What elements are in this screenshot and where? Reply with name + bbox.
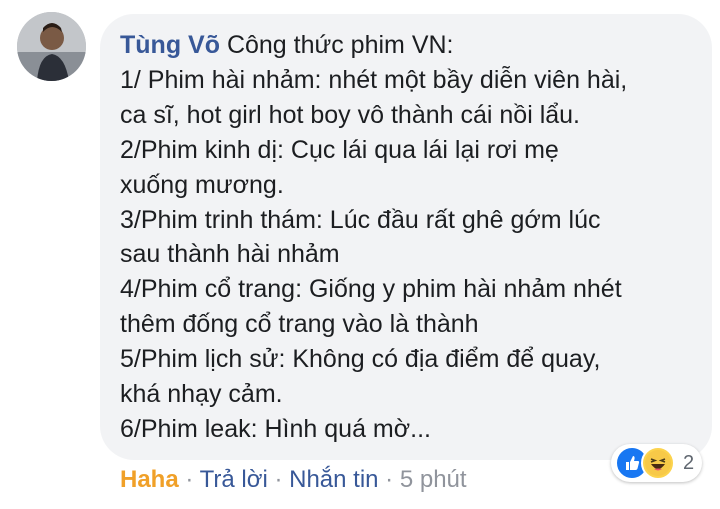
comment-line: 5/Phim lịch sử: Không có địa điểm để qua… [120, 345, 601, 374]
comment-bubble: Tùng Võ Công thức phim VN: 1/ Phim hài n… [100, 14, 712, 460]
reply-link[interactable]: Trả lời [200, 466, 268, 493]
comment-line: 4/Phim cổ trang: Giống y phim hài nhảm n… [120, 275, 622, 304]
comment-line: 1/ Phim hài nhảm: nhét một bầy diễn viên… [120, 65, 628, 94]
message-link[interactable]: Nhắn tin [289, 466, 378, 493]
comment-line: 3/Phim trinh thám: Lúc đầu rất ghê gớm l… [120, 205, 601, 234]
comment-line: 6/Phim leak: Hình quá mờ... [120, 414, 431, 443]
reactions-summary[interactable]: 2 [611, 443, 711, 483]
comment-line: Công thức phim VN: [226, 31, 454, 59]
comment-line: sau thành hài nhảm [120, 240, 340, 269]
comment-line: xuống mương. [120, 170, 284, 199]
timestamp[interactable]: 5 phút [400, 466, 467, 493]
avatar-photo [17, 12, 86, 81]
separator: · [267, 466, 290, 493]
reactions-pill[interactable]: 2 [611, 444, 703, 482]
avatar[interactable] [17, 12, 86, 81]
author-name[interactable]: Tùng Võ [120, 31, 220, 59]
reaction-count: 2 [683, 451, 695, 474]
haha-icon [641, 446, 675, 480]
comment-text: Tùng Võ Công thức phim VN: 1/ Phim hài n… [120, 28, 705, 447]
comment-line: khá nhạy cảm. [120, 380, 283, 409]
comment-actions: Haha · Trả lời · Nhắn tin · 5 phút [120, 466, 467, 494]
separator: · [378, 466, 400, 493]
haha-reaction-button[interactable]: Haha [120, 466, 179, 493]
comment-first-line: Tùng Võ Công thức phim VN: [120, 28, 705, 63]
comment-line: 2/Phim kinh dị: Cục lái qua lái lại rơi … [120, 135, 559, 164]
comment-line: ca sĩ, hot girl hot boy vô thành cái nồi… [120, 100, 580, 129]
comment-line: thêm đống cổ trang vào là thành [120, 310, 479, 339]
separator: · [178, 466, 200, 493]
